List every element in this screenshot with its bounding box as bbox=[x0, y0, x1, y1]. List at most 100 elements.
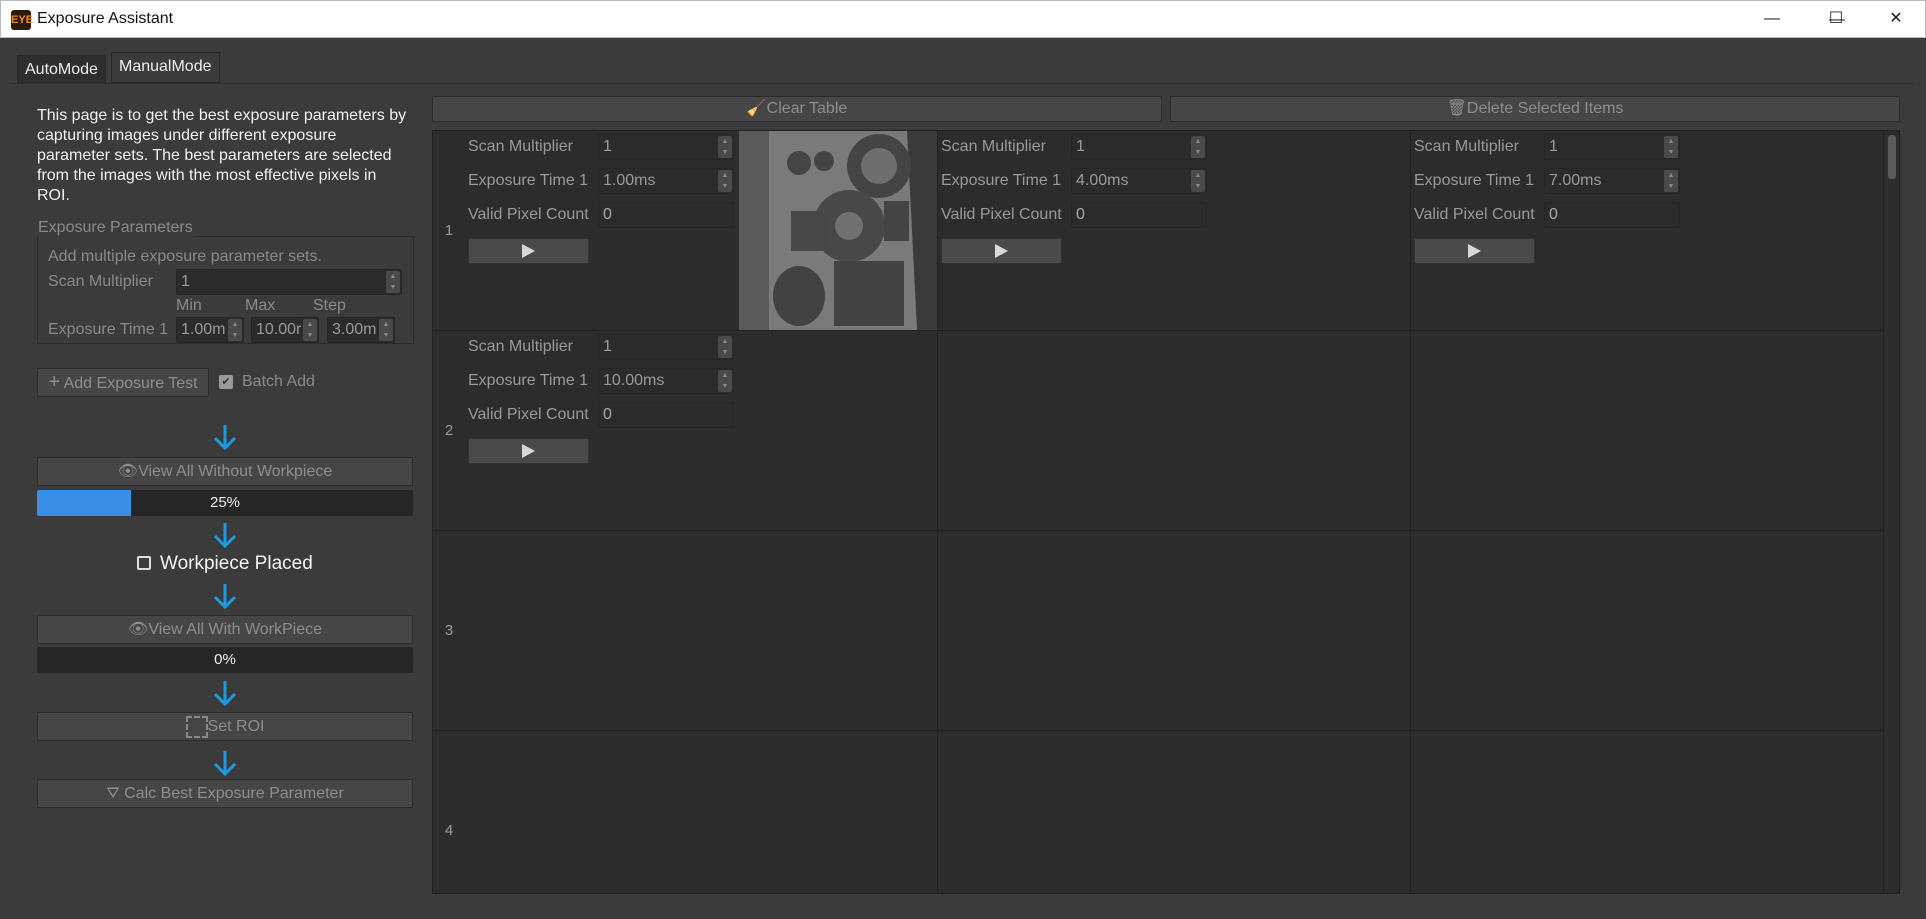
scan-multiplier-label: Scan Multiplier bbox=[48, 273, 153, 290]
arrow-down-icon bbox=[213, 751, 237, 777]
spin-arrows-icon[interactable]: ▲ ▼ bbox=[718, 336, 732, 358]
capture-image-thumbnail bbox=[739, 131, 937, 330]
description-text: This page is to get the best exposure pa… bbox=[37, 107, 407, 204]
row-header[interactable]: 2 bbox=[433, 331, 465, 531]
max-label: Max bbox=[245, 297, 276, 314]
exposure-input[interactable]: 1.00ms ▲ ▼ bbox=[598, 168, 734, 194]
spin-arrows-icon[interactable]: ▲ ▼ bbox=[1664, 170, 1678, 192]
set-roi-button[interactable]: Set ROI bbox=[37, 712, 413, 741]
spin-arrows-icon[interactable]: ▲ ▼ bbox=[1664, 136, 1678, 158]
spin-arrows-icon[interactable]: ▲ ▼ bbox=[228, 319, 242, 341]
table-cell[interactable] bbox=[938, 531, 1411, 731]
valid-label: Valid Pixel Count bbox=[941, 206, 1062, 223]
play-button[interactable] bbox=[1414, 238, 1535, 264]
arrow-down-icon bbox=[213, 584, 237, 610]
batch-add-checkbox[interactable]: ✔ bbox=[219, 375, 233, 389]
button-label: View All Without Workpiece bbox=[138, 463, 333, 480]
trash-icon: 🗑 bbox=[1446, 100, 1467, 117]
step-label: Step bbox=[313, 297, 346, 314]
minimize-button[interactable]: — bbox=[1746, 0, 1798, 38]
exposure-min-input[interactable]: 1.00m ▲ ▼ bbox=[176, 317, 244, 343]
scan-label: Scan Multiplier bbox=[941, 138, 1046, 155]
add-exposure-test-button[interactable]: + Add Exposure Test bbox=[37, 368, 209, 397]
spin-arrows-icon[interactable]: ▲ ▼ bbox=[379, 319, 393, 341]
button-label: Calc Best Exposure Parameter bbox=[124, 785, 344, 802]
button-label: Clear Table bbox=[766, 100, 848, 117]
play-button[interactable] bbox=[468, 438, 589, 464]
scan-input[interactable]: 1 ▲ ▼ bbox=[1071, 134, 1207, 160]
delete-selected-button[interactable]: 🗑Delete Selected Items bbox=[1170, 96, 1900, 122]
exposure-step-input[interactable]: 3.00m ▲ ▼ bbox=[327, 317, 395, 343]
view-all-without-workpiece-button[interactable]: 👁View All Without Workpiece bbox=[37, 457, 413, 486]
valid-label: Valid Pixel Count bbox=[468, 406, 589, 423]
group-title: Exposure Parameters bbox=[38, 219, 196, 237]
clear-table-button[interactable]: 🧹Clear Table bbox=[432, 96, 1162, 122]
button-label: View All With WorkPiece bbox=[148, 621, 322, 638]
table-cell[interactable] bbox=[1411, 731, 1884, 893]
arrow-down-icon bbox=[213, 425, 237, 451]
table-cell[interactable] bbox=[1411, 331, 1884, 531]
scrollbar-thumb[interactable] bbox=[1888, 135, 1896, 179]
spin-arrows-icon[interactable]: ▲ ▼ bbox=[386, 271, 400, 293]
scan-input[interactable]: 1 ▲ ▼ bbox=[1544, 134, 1680, 160]
table-cell[interactable] bbox=[465, 531, 938, 731]
table-cell[interactable] bbox=[465, 731, 938, 893]
min-label: Min bbox=[176, 297, 202, 314]
button-label: Delete Selected Items bbox=[1466, 100, 1624, 117]
vertical-scrollbar[interactable] bbox=[1884, 131, 1899, 893]
valid-input[interactable]: 0 bbox=[598, 402, 734, 428]
row-header[interactable]: 1 bbox=[433, 131, 465, 331]
scan-label: Scan Multiplier bbox=[468, 338, 573, 355]
eye-icon: 👁 bbox=[128, 621, 149, 638]
valid-input[interactable]: 0 bbox=[598, 202, 734, 228]
row-header[interactable]: 3 bbox=[433, 531, 465, 731]
maximize-button[interactable]: ☐ bbox=[1810, 0, 1862, 38]
eye-icon: 👁 bbox=[117, 463, 139, 480]
close-button[interactable]: ✕ bbox=[1870, 0, 1922, 38]
scan-label: Scan Multiplier bbox=[1414, 138, 1519, 155]
play-button[interactable] bbox=[468, 238, 589, 264]
arrow-down-icon bbox=[213, 523, 237, 549]
button-label: Set ROI bbox=[207, 718, 265, 735]
spin-arrows-icon[interactable]: ▲ ▼ bbox=[718, 370, 732, 392]
app-logo: EYE bbox=[11, 10, 33, 30]
view-all-with-workpiece-button[interactable]: 👁View All With WorkPiece bbox=[37, 615, 413, 644]
table-cell[interactable] bbox=[938, 331, 1411, 531]
workpiece-placed-checkbox[interactable] bbox=[137, 556, 151, 570]
table-cell[interactable]: Scan Multiplier 1 ▲ ▼ Exposure Time 1 7.00ms ▲… bbox=[1411, 131, 1884, 331]
exposure-input[interactable]: 7.00ms ▲ ▼ bbox=[1544, 168, 1680, 194]
broom-icon: 🧹 bbox=[746, 100, 767, 117]
exposure-time-label: Exposure Time 1 bbox=[48, 321, 169, 338]
button-label: Add Exposure Test bbox=[63, 375, 198, 392]
exposure-label: Exposure Time 1 bbox=[1414, 172, 1535, 189]
exposure-label: Exposure Time 1 bbox=[941, 172, 1062, 189]
exposure-input[interactable]: 10.00ms ▲ ▼ bbox=[598, 368, 734, 394]
table-cell[interactable] bbox=[938, 731, 1411, 893]
scan-input[interactable]: 1 ▲ ▼ bbox=[598, 134, 734, 160]
play-button[interactable] bbox=[941, 238, 1062, 264]
calc-best-exposure-button[interactable]: ⛛ Calc Best Exposure Parameter bbox=[37, 779, 413, 808]
scan-input[interactable]: 1 ▲ ▼ bbox=[598, 334, 734, 360]
exposure-label: Exposure Time 1 bbox=[468, 172, 589, 189]
valid-input[interactable]: 0 bbox=[1071, 202, 1207, 228]
tab-manualmode[interactable]: ManualMode bbox=[111, 52, 220, 83]
progress-text: 0% bbox=[214, 651, 236, 668]
tab-automode[interactable]: AutoMode bbox=[17, 55, 106, 83]
table-cell[interactable]: Scan Multiplier 1 ▲ ▼ Exposure Time 1 10.00ms… bbox=[465, 331, 938, 531]
spin-arrows-icon[interactable]: ▲ ▼ bbox=[718, 136, 732, 158]
spin-arrows-icon[interactable]: ▲ ▼ bbox=[1191, 136, 1205, 158]
scan-multiplier-input[interactable]: 1 ▲ ▼ bbox=[176, 269, 402, 295]
table-cell[interactable]: Scan Multiplier 1 ▲ ▼ Exposure Time 1 4.00ms ▲… bbox=[938, 131, 1411, 331]
spin-arrows-icon[interactable]: ▲ ▼ bbox=[718, 170, 732, 192]
table-cell[interactable] bbox=[1411, 531, 1884, 731]
window-title: Exposure Assistant bbox=[37, 10, 174, 27]
table-cell[interactable]: Scan Multiplier 1 ▲ ▼ Exposure Time 1 1.00ms ▲… bbox=[465, 131, 938, 331]
group-hint: Add multiple exposure parameter sets. bbox=[48, 248, 322, 265]
exposure-max-input[interactable]: 10.00r ▲ ▼ bbox=[251, 317, 319, 343]
workpiece-placed-label: Workpiece Placed bbox=[160, 553, 313, 574]
row-header[interactable]: 4 bbox=[433, 731, 465, 893]
exposure-input[interactable]: 4.00ms ▲ ▼ bbox=[1071, 168, 1207, 194]
spin-arrows-icon[interactable]: ▲ ▼ bbox=[1191, 170, 1205, 192]
spin-arrows-icon[interactable]: ▲ ▼ bbox=[303, 319, 317, 341]
valid-input[interactable]: 0 bbox=[1544, 202, 1680, 228]
